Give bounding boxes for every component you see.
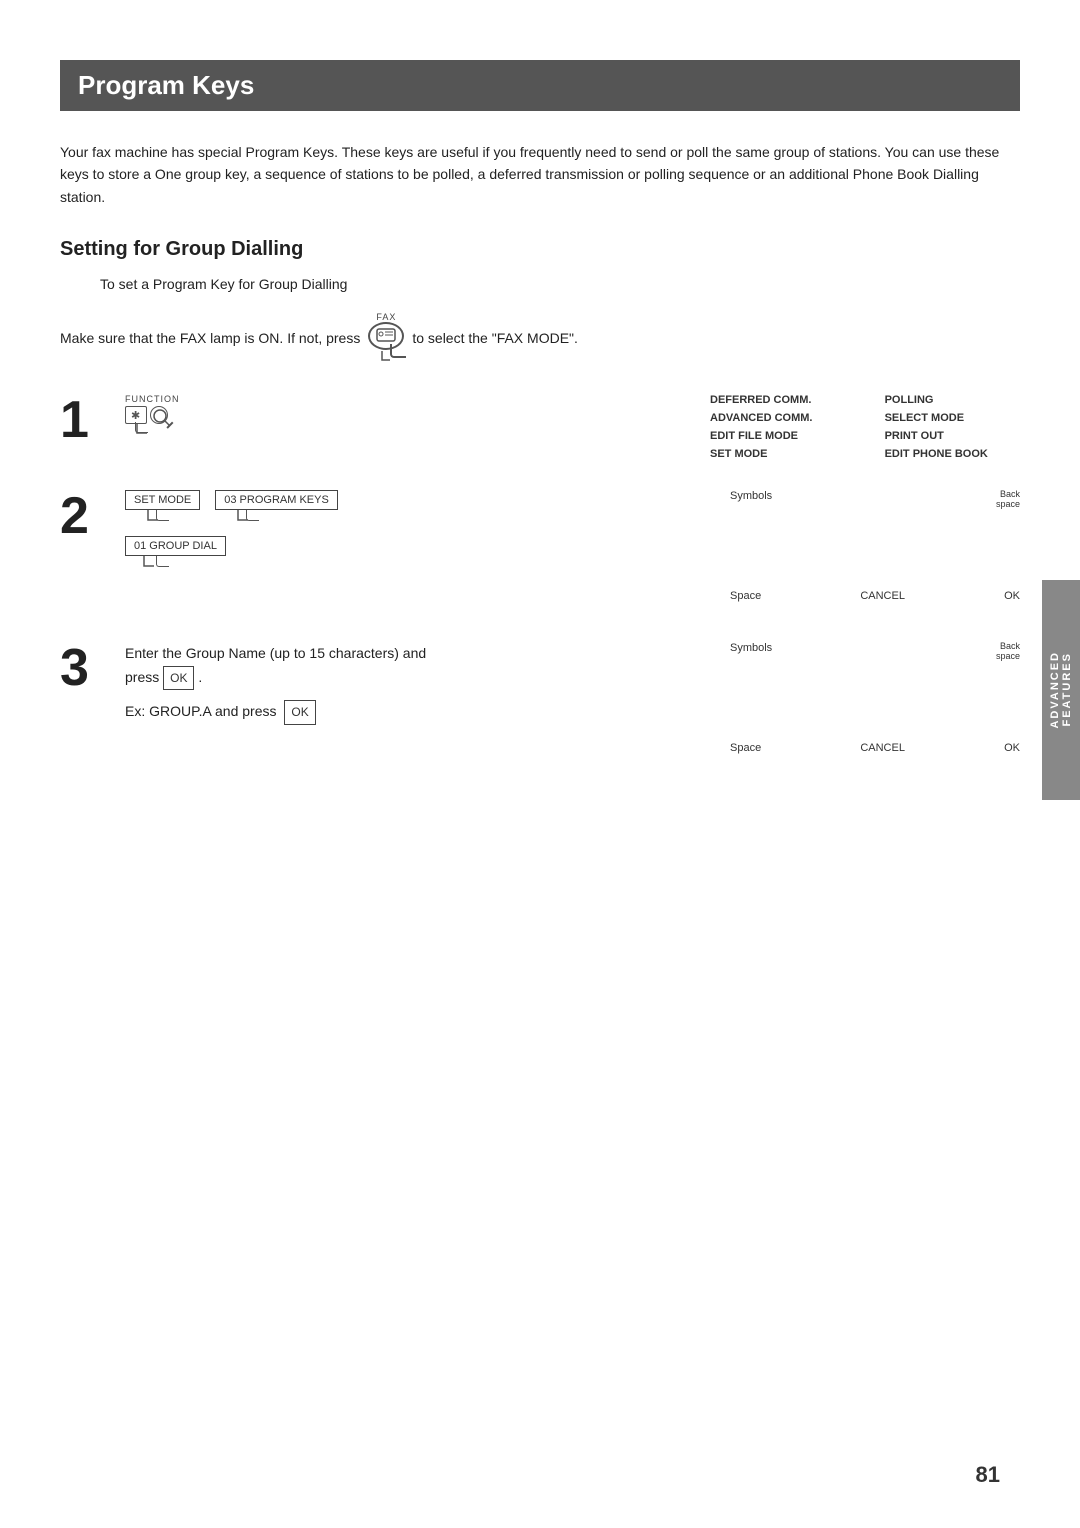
backspace-label-3: Backspace: [996, 642, 1020, 662]
kb-top-row-2: Symbols Backspace: [730, 490, 1020, 510]
period: .: [198, 669, 202, 685]
space-label-3: Space: [730, 742, 761, 754]
function-label: FUNCTION: [125, 394, 180, 404]
page-title: Program Keys: [78, 70, 1002, 101]
fax-circle-icon: [368, 322, 404, 350]
step-2-group-dial-row: 01 GROUP DIAL: [125, 536, 710, 556]
step-1-body: FUNCTION ✱: [125, 394, 700, 460]
func-key-icon: ✱: [125, 406, 147, 424]
ok-key-1: OK: [163, 666, 194, 690]
side-tab-text: ADVANCEDFEATURES: [1049, 651, 1073, 729]
menu-item-print: PRINT OUT: [885, 430, 1020, 442]
menu-item-edit-phone: EDIT PHONE BOOK: [885, 448, 1020, 460]
svg-text:✱: ✱: [131, 410, 140, 421]
asterisk-icon: ✱: [129, 409, 143, 421]
menu-item-set-mode: SET MODE: [710, 448, 845, 460]
fax-svg-icon: [376, 328, 396, 344]
func-cursor-icon: [135, 424, 149, 436]
step-2: 2 SET MODE 03 PROGRAM KEYS: [60, 490, 1020, 602]
menu-item-advanced: ADVANCED COMM.: [710, 412, 845, 424]
fax-label: FAX: [376, 312, 396, 322]
step-2-body: SET MODE 03 PROGRAM KEYS: [125, 490, 710, 602]
step-3-body: Enter the Group Name (up to 15 character…: [125, 642, 710, 754]
step-3-example: Ex: GROUP.A and press OK: [125, 700, 710, 724]
kb-bottom-row-2: Space CANCEL OK: [730, 590, 1020, 602]
menu-item-polling: POLLING: [885, 394, 1020, 406]
step-3-line3: Ex: GROUP.A and press: [125, 703, 276, 719]
sub-heading: To set a Program Key for Group Dialling: [100, 276, 1020, 292]
fax-button-icon: FAX: [368, 312, 404, 364]
step-2-keys: SET MODE 03 PROGRAM KEYS: [125, 490, 710, 556]
symbols-label-2: Symbols: [730, 490, 772, 502]
backspace-label-2: Backspace: [996, 490, 1020, 510]
function-key-wrapper: FUNCTION ✱: [125, 394, 700, 424]
kb-top-row-3: Symbols Backspace: [730, 642, 1020, 662]
set-mode-key: SET MODE: [125, 490, 200, 510]
step-3-keyboard: Symbols Backspace Space CANCEL OK: [710, 642, 1020, 754]
step-1: 1 FUNCTION ✱: [60, 394, 1020, 460]
program-keys-cursor: [236, 510, 250, 522]
step-3: 3 Enter the Group Name (up to 15 charact…: [60, 642, 1020, 754]
step-3-text: Enter the Group Name (up to 15 character…: [125, 642, 710, 690]
group-dial-cursor: [142, 556, 156, 568]
step-3-line1: Enter the Group Name (up to 15 character…: [125, 645, 426, 661]
step-2-number: 2: [60, 490, 125, 602]
step-2-keyboard: Symbols Backspace Space CANCEL OK: [710, 490, 1020, 602]
menu-item-edit-file: EDIT FILE MODE: [710, 430, 845, 442]
ok-label-2: OK: [1004, 590, 1020, 602]
menu-item-deferred: DEFERRED COMM.: [710, 394, 845, 406]
function-icon: ✱: [125, 406, 168, 424]
program-keys-key: 03 PROGRAM KEYS: [215, 490, 338, 510]
search-icon: [151, 407, 171, 427]
fax-prefix-text: Make sure that the FAX lamp is ON. If no…: [60, 330, 360, 346]
ok-key-2: OK: [284, 700, 315, 724]
step-3-number: 3: [60, 642, 125, 754]
magnify-icon: [150, 406, 168, 424]
fax-suffix-text: to select the "FAX MODE".: [412, 330, 578, 346]
space-label-2: Space: [730, 590, 761, 602]
page-number: 81: [976, 1462, 1000, 1488]
menu-grid: DEFERRED COMM. POLLING ADVANCED COMM. SE…: [710, 394, 1020, 460]
symbols-label-3: Symbols: [730, 642, 772, 654]
step-1-menu: DEFERRED COMM. POLLING ADVANCED COMM. SE…: [700, 394, 1020, 460]
step-1-number: 1: [60, 394, 125, 460]
page: ADVANCEDFEATURES Program Keys Your fax m…: [0, 0, 1080, 1528]
side-tab: ADVANCEDFEATURES: [1042, 580, 1080, 800]
fax-instruction: Make sure that the FAX lamp is ON. If no…: [60, 312, 1020, 364]
menu-item-select: SELECT MODE: [885, 412, 1020, 424]
main-content: Program Keys Your fax machine has specia…: [60, 60, 1020, 1468]
kb-bottom-row-3: Space CANCEL OK: [730, 742, 1020, 754]
intro-paragraph: Your fax machine has special Program Key…: [60, 141, 1020, 208]
title-bar: Program Keys: [60, 60, 1020, 111]
cancel-label-2: CANCEL: [860, 590, 905, 602]
cancel-label-3: CANCEL: [860, 742, 905, 754]
step-3-line2: press: [125, 669, 159, 685]
ok-label-3: OK: [1004, 742, 1020, 754]
step-2-keys-row: SET MODE 03 PROGRAM KEYS: [125, 490, 710, 510]
set-mode-cursor: [146, 510, 160, 522]
section-heading: Setting for Group Dialling: [60, 238, 1020, 261]
group-dial-key: 01 GROUP DIAL: [125, 536, 226, 556]
